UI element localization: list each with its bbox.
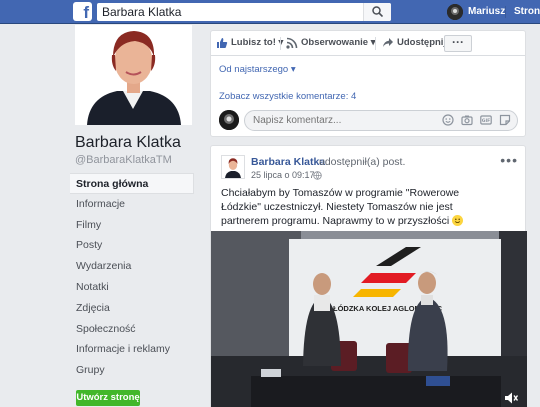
search-icon (372, 6, 383, 17)
like-button-label: Lubisz to! (231, 37, 276, 48)
search-input[interactable] (97, 3, 357, 21)
home-link[interactable]: Strona (514, 6, 540, 17)
mute-icon[interactable] (504, 391, 518, 405)
nav-item-posts[interactable]: Posty (70, 235, 194, 256)
view-all-comments-link[interactable]: Zobacz wszystkie komentarze: 4 (219, 91, 356, 102)
nav-item-community[interactable]: Społeczność (70, 319, 194, 340)
search-bar (97, 3, 391, 21)
more-options-button[interactable]: ··· (444, 35, 472, 52)
page-handle[interactable]: @BarbaraKlatkaTM (75, 154, 172, 166)
nav-item-photos[interactable]: Zdjęcia (70, 298, 194, 319)
nav-item-home[interactable]: Strona główna (70, 173, 194, 194)
divider (375, 37, 376, 50)
post-timestamp[interactable]: 25 lipca o 09:17 · (251, 170, 320, 180)
follow-button[interactable]: Obserwowanie ▾ (281, 35, 375, 52)
search-button[interactable] (363, 3, 391, 21)
emoji-icon[interactable] (442, 114, 454, 126)
rss-icon (286, 37, 298, 49)
share-button-label: Udostępnij (397, 37, 447, 48)
user-avatar[interactable] (447, 4, 463, 20)
like-button[interactable]: Lubisz to! ▾ (211, 35, 283, 52)
camera-icon[interactable] (461, 114, 473, 126)
post-author-link[interactable]: Barbara Klatka (251, 156, 325, 168)
commenter-avatar (219, 110, 239, 130)
nav-item-videos[interactable]: Filmy (70, 215, 194, 236)
nav-item-groups[interactable]: Grupy (70, 360, 194, 381)
post-action-text: udostępnił(a) post. (319, 156, 406, 168)
nav-divider (505, 6, 506, 18)
post-options-icon[interactable]: ••• (500, 152, 518, 168)
page-navigation: Strona główna Informacje Filmy Posty Wyd… (70, 173, 194, 381)
sticker-icon[interactable] (499, 114, 511, 126)
comment-box: GIF (244, 110, 518, 131)
comment-sort-dropdown[interactable]: Od najstarszego ▾ (219, 64, 296, 75)
nav-item-notes[interactable]: Notatki (70, 277, 194, 298)
thumbs-up-icon (217, 38, 228, 48)
profile-photo[interactable] (75, 25, 192, 125)
facebook-logo-icon[interactable]: f (73, 2, 92, 21)
svg-text:GIF: GIF (482, 118, 490, 124)
page-action-bar: Lubisz to! ▾ Obserwowanie ▾ Udostępnij ·… (211, 31, 525, 56)
follow-button-label: Obserwowanie (301, 37, 369, 48)
user-name-link[interactable]: Mariusz (468, 6, 505, 17)
comment-tools: GIF (442, 114, 511, 126)
comment-input[interactable] (245, 111, 405, 130)
post-text: Chciałabym by Tomaszów w programie "Rowe… (221, 186, 501, 228)
share-button[interactable]: Udostępnij (377, 35, 447, 52)
top-navigation-bar: f Mariusz Strona (0, 0, 540, 24)
nav-item-info-and-ads[interactable]: Informacje i reklamy (70, 339, 194, 360)
create-page-button[interactable]: Utwórz stronę (76, 390, 140, 406)
comment-sort-label: Od najstarszego (219, 64, 289, 75)
post-body: Chciałabym by Tomaszów w programie "Rowe… (221, 187, 460, 227)
globe-icon (313, 171, 322, 180)
chevron-down-icon: ▾ (290, 64, 296, 75)
post-photo[interactable]: ŁÓDZKA KOLEJ AGLOMERAC (211, 231, 527, 407)
nav-item-events[interactable]: Wydarzenia (70, 256, 194, 277)
page-title[interactable]: Barbara Klatka (75, 134, 181, 152)
nav-item-about[interactable]: Informacje (70, 194, 194, 215)
post-card: Barbara Klatka udostępnił(a) post. 25 li… (210, 145, 527, 407)
gif-icon[interactable]: GIF (480, 114, 492, 126)
smile-emoji-icon (452, 215, 464, 226)
post-author-avatar[interactable] (221, 155, 245, 179)
page-actions-card: Lubisz to! ▾ Obserwowanie ▾ Udostępnij ·… (210, 30, 526, 137)
share-arrow-icon (383, 38, 393, 47)
